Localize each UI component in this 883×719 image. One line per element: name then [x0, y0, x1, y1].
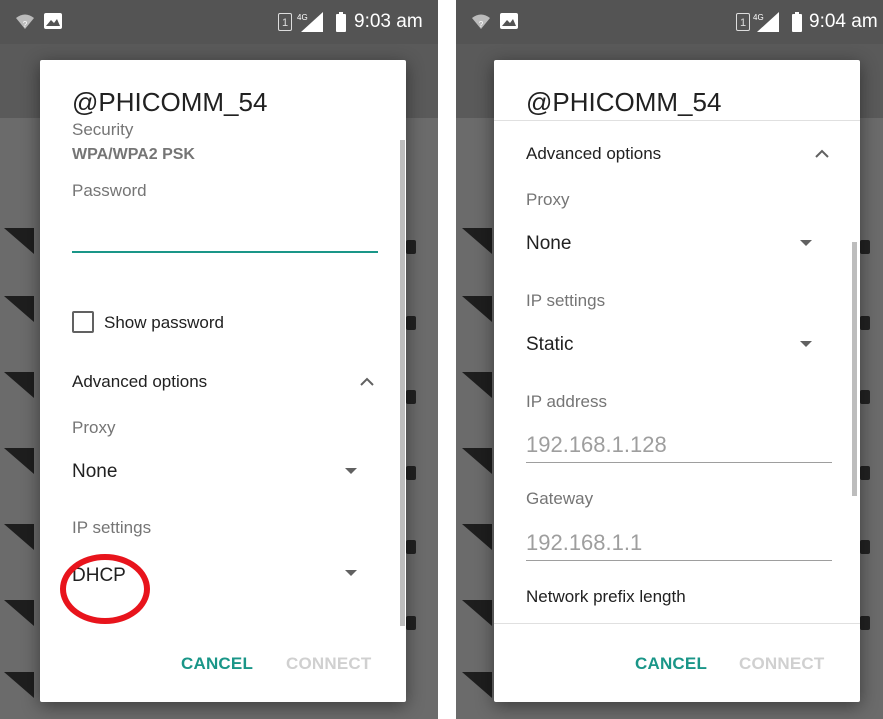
status-bar: ? 1 4G 9:03 am	[0, 0, 438, 44]
background-wifi-icon	[4, 524, 34, 550]
advanced-options-label[interactable]: Advanced options	[72, 372, 207, 392]
svg-text:?: ?	[23, 20, 28, 29]
background-wifi-icon	[462, 600, 492, 626]
dropdown-arrow-icon[interactable]	[800, 240, 812, 246]
background-wifi-icon	[462, 672, 492, 698]
screenshot-left: ? 1 4G 9:03 am @PHICOMM_54 Security WPA/…	[0, 0, 438, 719]
lock-icon	[406, 240, 416, 254]
lock-icon	[860, 316, 870, 330]
connect-button[interactable]: CONNECT	[739, 654, 824, 674]
cancel-button[interactable]: CANCEL	[181, 654, 253, 674]
dropdown-arrow-icon[interactable]	[345, 468, 357, 474]
proxy-label: Proxy	[72, 418, 116, 437]
scrollbar[interactable]	[400, 140, 405, 626]
chevron-up-icon[interactable]	[359, 376, 375, 386]
sim-slot-badge: 1	[278, 13, 292, 31]
lock-icon	[860, 540, 870, 554]
background-wifi-icon	[462, 296, 492, 322]
lock-icon	[860, 390, 870, 404]
advanced-options-label[interactable]: Advanced options	[526, 144, 661, 164]
lock-icon	[860, 466, 870, 480]
svg-text:?: ?	[479, 20, 484, 29]
lock-icon	[406, 316, 416, 330]
highlight-circle	[60, 554, 150, 624]
gateway-label: Gateway	[526, 489, 594, 508]
title-divider	[494, 120, 860, 121]
screenshot-right: ? 1 4G 9:04 am @PHICOMM_54 Advanced opti…	[456, 0, 883, 719]
lock-icon	[406, 390, 416, 404]
buttons-divider	[494, 623, 860, 624]
show-password-checkbox[interactable]	[72, 311, 94, 333]
show-password-label[interactable]: Show password	[104, 313, 224, 333]
battery-icon	[336, 12, 346, 32]
network-prefix-label: Network prefix length	[526, 587, 686, 606]
chevron-up-icon[interactable]	[814, 148, 830, 158]
dropdown-arrow-icon[interactable]	[800, 341, 812, 347]
signal-icon: 4G	[753, 12, 779, 32]
lock-icon	[860, 240, 870, 254]
dropdown-arrow-icon[interactable]	[345, 570, 357, 576]
status-bar: ? 1 4G 9:04 am	[456, 0, 883, 44]
sim-slot-badge: 1	[736, 13, 750, 31]
background-wifi-icon	[4, 228, 34, 254]
dialog-title: @PHICOMM_54	[72, 87, 268, 117]
cancel-button[interactable]: CANCEL	[635, 654, 707, 674]
security-label: Security	[72, 120, 134, 139]
ip-settings-label: IP settings	[526, 291, 606, 310]
lock-icon	[406, 540, 416, 554]
wifi-connect-dialog: @PHICOMM_54 Advanced options Proxy None …	[494, 60, 860, 702]
background-wifi-icon	[4, 372, 34, 398]
signal-icon: 4G	[297, 12, 323, 32]
image-notification-icon	[44, 13, 62, 29]
password-label: Password	[72, 181, 147, 200]
wifi-connect-dialog: @PHICOMM_54 Security WPA/WPA2 PSK Passwo…	[40, 60, 406, 702]
battery-icon	[792, 12, 802, 32]
connect-button[interactable]: CONNECT	[286, 654, 371, 674]
background-wifi-icon	[4, 600, 34, 626]
background-wifi-icon	[462, 524, 492, 550]
background-wifi-icon	[4, 672, 34, 698]
proxy-dropdown[interactable]: None	[526, 233, 571, 255]
background-wifi-icon	[4, 448, 34, 474]
network-type-label: 4G	[297, 13, 308, 22]
clock: 9:04 am	[809, 11, 878, 32]
wifi-question-icon: ?	[472, 14, 490, 29]
ip-address-label: IP address	[526, 392, 607, 411]
password-underline	[72, 251, 378, 253]
clock: 9:03 am	[354, 11, 423, 32]
background-wifi-icon	[462, 228, 492, 254]
gateway-underline	[526, 560, 832, 561]
dialog-title: @PHICOMM_54	[526, 87, 722, 117]
background-wifi-icon	[4, 296, 34, 322]
lock-icon	[860, 616, 870, 630]
proxy-dropdown[interactable]: None	[72, 461, 117, 483]
ip-settings-dropdown[interactable]: Static	[526, 334, 574, 356]
lock-icon	[406, 466, 416, 480]
scrollbar[interactable]	[852, 242, 857, 496]
ip-address-input[interactable]: 192.168.1.128	[526, 432, 667, 458]
gateway-input[interactable]: 192.168.1.1	[526, 530, 642, 556]
background-wifi-icon	[462, 372, 492, 398]
wifi-question-icon: ?	[16, 14, 34, 29]
network-type-label: 4G	[753, 13, 764, 22]
ip-settings-label: IP settings	[72, 518, 152, 537]
background-wifi-icon	[462, 448, 492, 474]
ip-address-underline	[526, 462, 832, 463]
image-notification-icon	[500, 13, 518, 29]
lock-icon	[406, 616, 416, 630]
proxy-label: Proxy	[526, 190, 570, 209]
security-value: WPA/WPA2 PSK	[72, 146, 195, 163]
